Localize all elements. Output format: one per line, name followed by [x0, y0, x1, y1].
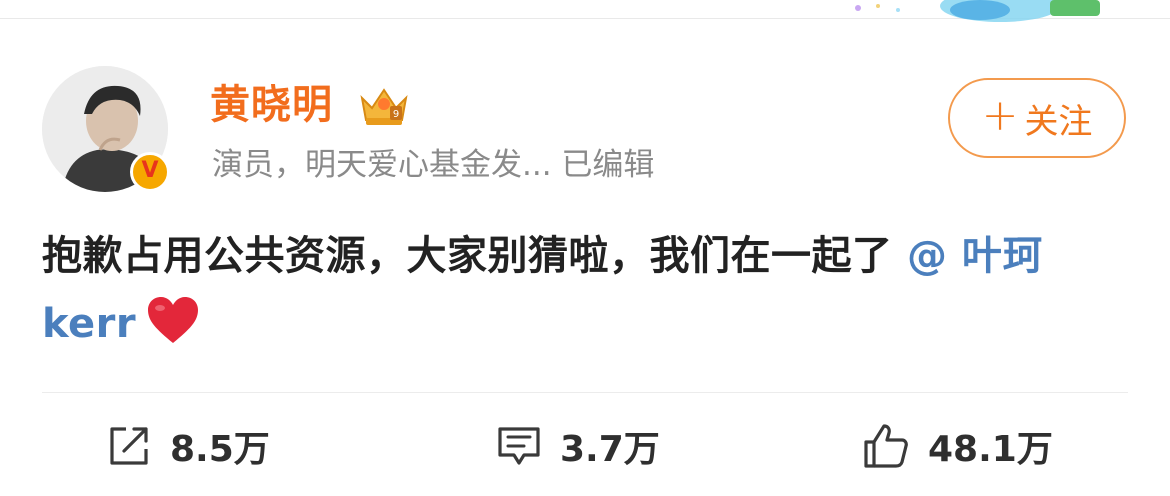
follow-button[interactable]: + 关注 — [948, 78, 1126, 158]
heart-emoji-icon — [148, 297, 199, 343]
post-body: 抱歉占用公共资源，大家别猜啦，我们在一起了 — [42, 233, 907, 279]
repost-button[interactable]: 8.5万 — [106, 418, 270, 474]
verified-badge-icon: V — [130, 152, 170, 192]
follow-label: 关注 — [1024, 101, 1093, 142]
user-description: 演员，明天爱心基金发... 已编辑 — [212, 147, 655, 183]
repost-icon — [110, 427, 148, 465]
svg-text:9: 9 — [393, 109, 399, 120]
like-count: 48.1万 — [928, 429, 1053, 470]
like-button[interactable]: 48.1万 — [862, 418, 1053, 474]
comment-count: 3.7万 — [560, 429, 660, 470]
stats-divider — [42, 392, 1128, 393]
plus-icon: + — [981, 90, 1019, 141]
post-text: 抱歉占用公共资源，大家别猜啦，我们在一起了 @ 叶珂 kerr — [42, 222, 1132, 358]
thumbs-up-icon — [864, 424, 908, 468]
username[interactable]: 黄晓明 — [210, 80, 333, 130]
crown-badge-icon: 9 — [360, 88, 408, 125]
decorative-banner-icon — [855, 0, 1100, 22]
comment-button[interactable]: 3.7万 — [496, 418, 660, 474]
comment-icon — [498, 427, 540, 465]
repost-count: 8.5万 — [170, 429, 270, 470]
